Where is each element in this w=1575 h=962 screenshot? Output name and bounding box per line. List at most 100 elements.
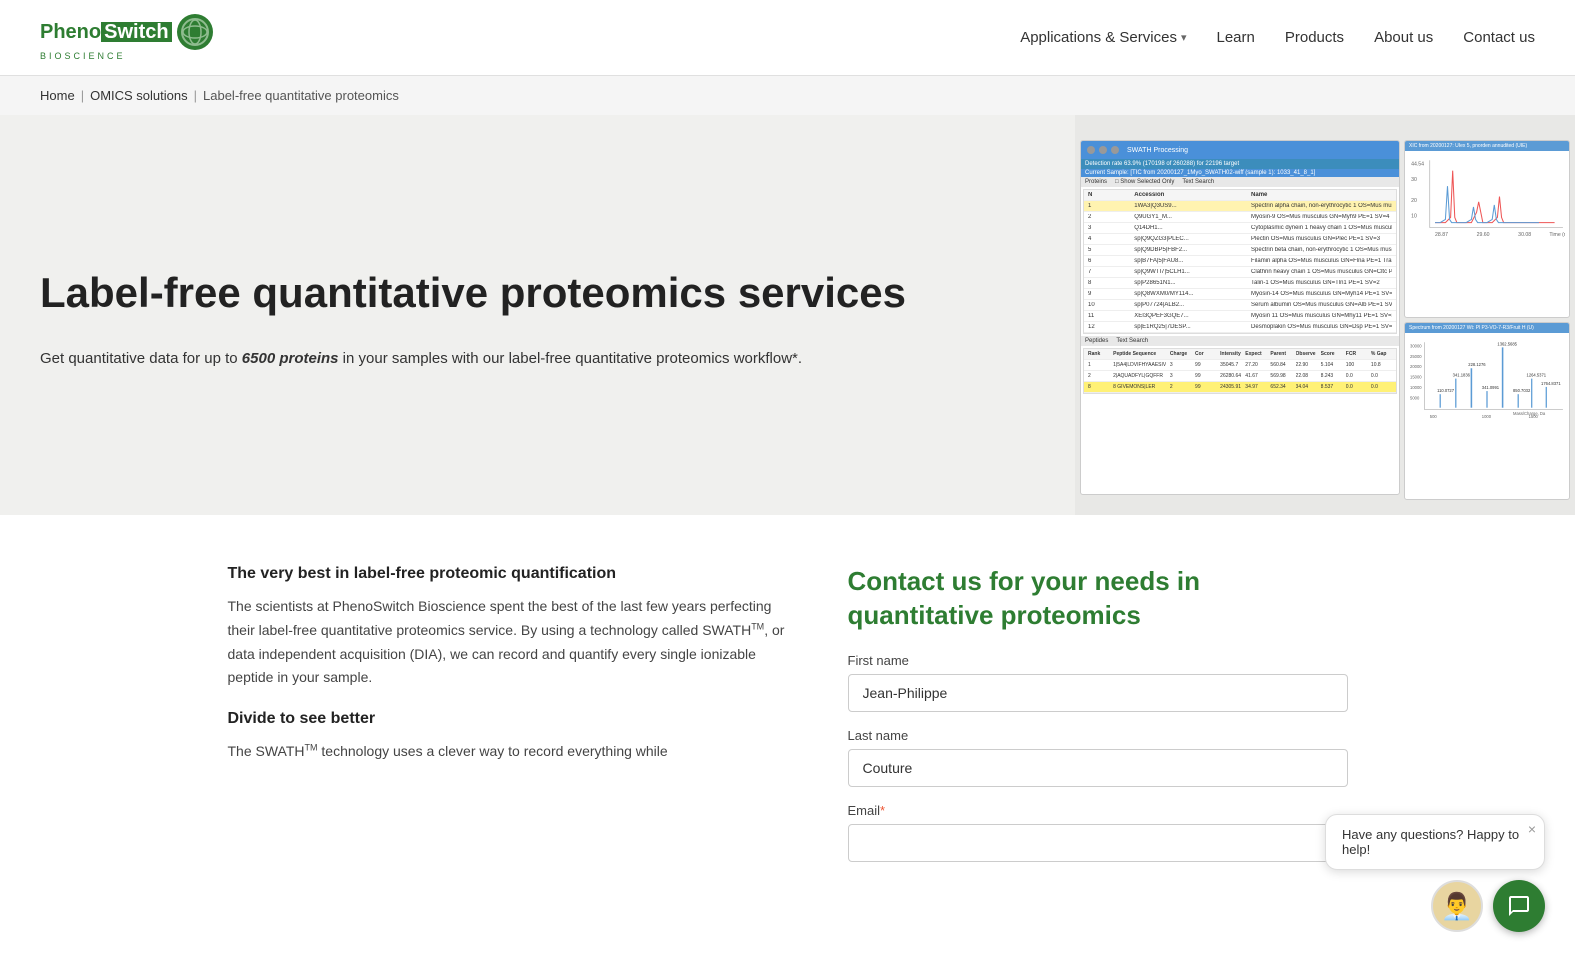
svg-text:1362.5685: 1362.5685	[1497, 341, 1517, 346]
ss-mass-graph: 30000 25000 20000 15000 10000 5000 110.0…	[1405, 333, 1569, 428]
chat-widget: × Have any questions? Happy to help! 👨‍💼	[1325, 814, 1545, 932]
svg-text:15000: 15000	[1410, 375, 1422, 380]
ss-mass-title: Spectrum from 20200127 Wt: Pl P3-VO-7-R3…	[1405, 323, 1569, 333]
ss-peptide-row-1: 1 1|5A4|LDVIFHYAAESIVMA 3 99 35045.7 27.…	[1084, 360, 1396, 371]
screenshot-mass-bottom: Spectrum from 20200127 Wt: Pl P3-VO-7-R3…	[1404, 322, 1570, 500]
input-email[interactable]	[848, 824, 1348, 862]
input-firstname[interactable]	[848, 674, 1348, 712]
ss-peptide-table: Rank Peptide Sequence Charge Cor Intensi…	[1083, 348, 1397, 394]
input-lastname[interactable]	[848, 749, 1348, 787]
ss-peptide-row-2: 2 2|AQUADFYL|GQFFR 3 99 26280.64 41.67 5…	[1084, 371, 1396, 382]
hero-title: Label-free quantitative proteomics servi…	[40, 269, 1035, 317]
svg-text:10000: 10000	[1410, 385, 1422, 390]
logo[interactable]: PhenoSwitch BIOSCIENCE	[40, 10, 220, 65]
ss-dot-2	[1099, 146, 1107, 154]
svg-text:10: 10	[1411, 213, 1417, 219]
svg-text:20: 20	[1411, 198, 1417, 204]
label-email: Email*	[848, 803, 1348, 818]
chat-icon	[1507, 894, 1531, 918]
svg-text:110.0727: 110.0727	[1437, 388, 1455, 393]
form-group-lastname: Last name	[848, 728, 1348, 787]
svg-text:5000: 5000	[1410, 395, 1420, 400]
ss-dot-1	[1087, 146, 1095, 154]
svg-text:500: 500	[1430, 414, 1438, 419]
ss-protein-header: N Accession Name	[1084, 190, 1396, 201]
ss-mass-svg: 30000 25000 20000 15000 10000 5000 110.0…	[1409, 337, 1565, 420]
svg-text:1000: 1000	[1482, 414, 1492, 419]
ss-peptide-row-3: 8 8 GIVEMONS|LER 2 99 24305.91 34.97 652…	[1084, 382, 1396, 393]
nav-item-products[interactable]: Products	[1285, 29, 1344, 46]
ss-protein-row-3: 3 Q14DH1... Cytoplasmic dynein 1 heavy c…	[1084, 223, 1396, 234]
svg-text:850.7032: 850.7032	[1513, 388, 1531, 393]
ss-xic-title: XIC from 20200127: UIex 5, pnorden annud…	[1405, 141, 1569, 151]
breadcrumb-home[interactable]: Home	[40, 88, 75, 103]
svg-text:29.60: 29.60	[1477, 232, 1490, 238]
ss-protein-table: N Accession Name 1 1WA3|Q3US9... Spectri…	[1083, 189, 1397, 334]
logo-bioscience: BIOSCIENCE	[40, 52, 126, 61]
logo-text-switch: Switch	[101, 22, 171, 42]
ss-peptides-label: Peptides Text Search	[1081, 336, 1399, 346]
ss-protein-row-12: 12 sp|E1RQ25|7DESP... Desmoplakin OS=Mus…	[1084, 322, 1396, 333]
ss-protein-row-2: 2 Q9UGY1_M... Myosin-9 OS=Mus musculus G…	[1084, 212, 1396, 223]
label-firstname: First name	[848, 653, 1348, 668]
ss-protein-row-1: 1 1WA3|Q3US9... Spectrin alpha chain, no…	[1084, 201, 1396, 212]
screenshot-xic-top: XIC from 20200127: UIex 5, pnorden annud…	[1404, 140, 1570, 318]
ss-protein-row-6: 6 sp|B7FA|5|FAU8... Filamin alpha OS=Mus…	[1084, 256, 1396, 267]
ss-dot-3	[1111, 146, 1119, 154]
breadcrumb-omics[interactable]: OMICS solutions	[90, 88, 188, 103]
ss-sample-bar: Current Sample: [TIC from 20200127_1Myo_…	[1081, 169, 1399, 177]
screenshot-swath-main: SWATH Processing Detection rate 63.9% (1…	[1080, 140, 1400, 495]
logo-area[interactable]: PhenoSwitch BIOSCIENCE	[40, 10, 220, 65]
svg-text:30.08: 30.08	[1518, 232, 1531, 238]
logo-icon	[177, 14, 213, 50]
svg-text:341.0991: 341.0991	[1482, 385, 1500, 390]
ss-xic-graph: 44.54 30 20 10 28.87 29.60 30.08	[1405, 151, 1569, 246]
hero-image: SWATH Processing Detection rate 63.9% (1…	[1075, 115, 1575, 515]
ss-proteins-label: Proteins □ Show Selected Only Text Searc…	[1081, 177, 1399, 187]
ss-stats-bar: Detection rate 63.9% (170198 of 260288) …	[1081, 159, 1399, 169]
form-group-email: Email*	[848, 803, 1348, 862]
ss-xic-svg: 44.54 30 20 10 28.87 29.60 30.08	[1409, 155, 1565, 238]
ss-peptide-header: Rank Peptide Sequence Charge Cor Intensi…	[1084, 349, 1396, 360]
hero-section: Label-free quantitative proteomics servi…	[0, 115, 1575, 515]
form-section-title: Contact us for your needs in quantitativ…	[848, 565, 1348, 633]
svg-text:20000: 20000	[1410, 364, 1422, 369]
content-left: The very best in label-free proteomic qu…	[228, 565, 788, 878]
ss-protein-row-7: 7 sp|Q9WTI7|5CLH1... Clathrin heavy chai…	[1084, 267, 1396, 278]
ss-protein-row-9: 9 sp|Q8WXM0/MY114... Myosin-14 OS=Mus mu…	[1084, 289, 1396, 300]
nav-item-contact[interactable]: Contact us	[1463, 29, 1535, 46]
svg-text:341.1836: 341.1836	[1453, 373, 1471, 378]
svg-text:Time (min): Time (min)	[1549, 232, 1565, 238]
breadcrumb-current: Label-free quantitative proteomics	[203, 88, 399, 103]
screenshot-side-panels: XIC from 20200127: UIex 5, pnorden annud…	[1404, 140, 1570, 500]
svg-text:228.1276: 228.1276	[1468, 362, 1486, 367]
content-subtitle-2: Divide to see better	[228, 710, 788, 728]
chat-bubble: × Have any questions? Happy to help!	[1325, 814, 1545, 870]
logo-text-pheno: Pheno	[40, 22, 101, 42]
svg-text:25000: 25000	[1410, 354, 1422, 359]
form-group-firstname: First name	[848, 653, 1348, 712]
chat-avatar: 👨‍💼	[1431, 880, 1483, 932]
breadcrumb-sep-2: |	[194, 88, 197, 103]
svg-text:1264.5371: 1264.5371	[1527, 373, 1547, 378]
content-subtitle-1: The very best in label-free proteomic qu…	[228, 565, 788, 583]
content-paragraph-2: The SWATHTM technology uses a clever way…	[228, 740, 788, 764]
content-paragraph-1: The scientists at PhenoSwitch Bioscience…	[228, 595, 788, 690]
chevron-down-icon: ▾	[1181, 31, 1187, 44]
svg-text:44.54: 44.54	[1411, 161, 1424, 167]
nav-item-about[interactable]: About us	[1374, 29, 1433, 46]
main-nav: Applications & Services ▾ Learn Products…	[1020, 29, 1535, 46]
ss-protein-row-8: 8 sp|P28651N1... Talin-1 OS=Mus musculus…	[1084, 278, 1396, 289]
nav-item-applications[interactable]: Applications & Services ▾	[1020, 29, 1186, 46]
breadcrumb: Home | OMICS solutions | Label-free quan…	[0, 76, 1575, 115]
ss-protein-row-5: 5 sp|Q9DBP5|FBF2... Spectrin beta chain,…	[1084, 245, 1396, 256]
chat-open-button[interactable]	[1493, 880, 1545, 932]
nav-item-learn[interactable]: Learn	[1216, 29, 1254, 46]
svg-text:1764.8371: 1764.8371	[1541, 381, 1561, 386]
chat-bubble-text: Have any questions? Happy to help!	[1342, 827, 1519, 857]
close-icon[interactable]: ×	[1528, 821, 1536, 837]
svg-text:30: 30	[1411, 177, 1417, 183]
svg-text:28.87: 28.87	[1435, 232, 1448, 238]
ss-protein-row-10: 10 sp|P07724|ALB2... Serum albumin OS=Mu…	[1084, 300, 1396, 311]
svg-text:Mass/Charge, Da: Mass/Charge, Da	[1513, 411, 1546, 416]
